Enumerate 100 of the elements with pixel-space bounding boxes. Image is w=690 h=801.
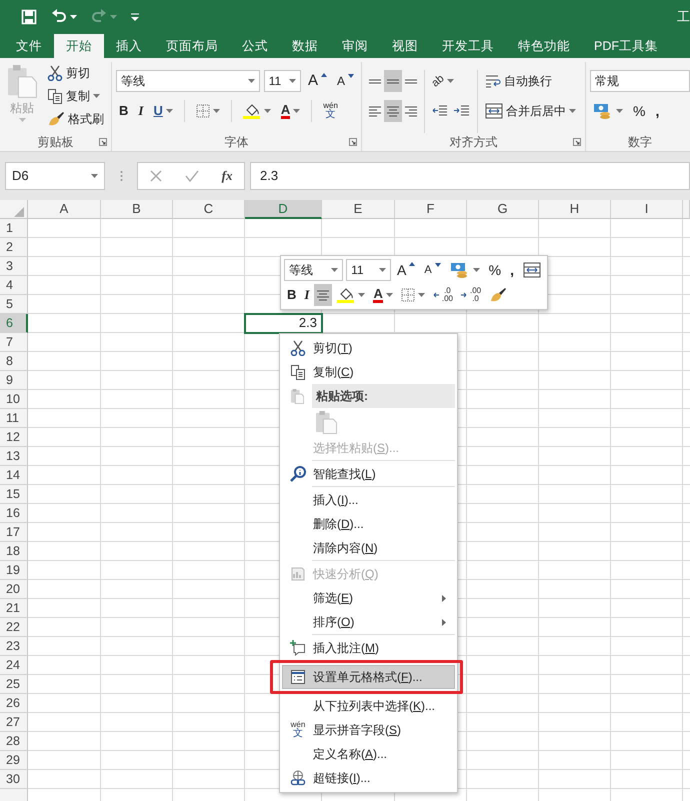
ribbon-tab[interactable]: 公式 — [230, 34, 280, 58]
row-header[interactable]: 29 — [0, 751, 28, 770]
row-header[interactable]: 14 — [0, 466, 28, 485]
row-header[interactable]: 26 — [0, 694, 28, 713]
grow-font-button[interactable]: A — [394, 259, 418, 281]
menu-item[interactable]: 插入批注(M) — [282, 636, 455, 660]
ribbon-tab[interactable]: 视图 — [380, 34, 430, 58]
comma-button[interactable]: , — [652, 100, 662, 122]
menu-item[interactable]: 定义名称(A)... — [282, 742, 455, 766]
font-color-button[interactable]: A — [278, 100, 304, 122]
font-name-field[interactable]: 等线 — [116, 70, 260, 92]
row-header[interactable]: 10 — [0, 390, 28, 409]
row-header[interactable]: 28 — [0, 732, 28, 751]
menu-item[interactable]: 智能查找(L) — [282, 462, 455, 486]
decrease-decimal-button[interactable]: .00 .0 — [458, 284, 484, 306]
wrap-text-button[interactable]: 自动换行 — [482, 70, 579, 92]
font-size-field[interactable]: 11 — [264, 70, 301, 92]
percent-button[interactable]: % — [486, 259, 504, 281]
menu-item[interactable]: 复制(C) — [282, 360, 455, 384]
column-header[interactable]: D — [245, 200, 322, 219]
name-box[interactable]: D6 — [5, 162, 105, 190]
menu-item[interactable]: 剪切(T) — [282, 336, 455, 360]
shrink-font-button[interactable]: A — [421, 259, 444, 281]
ribbon-tab[interactable]: 开发工具 — [430, 34, 506, 58]
increase-decimal-button[interactable]: .0 .00 — [430, 284, 456, 306]
menu-item[interactable]: 插入(I)... — [282, 488, 455, 512]
row-header[interactable]: 20 — [0, 580, 28, 599]
row-header[interactable]: 12 — [0, 428, 28, 447]
column-header[interactable]: I — [611, 200, 683, 219]
row-header[interactable]: 7 — [0, 333, 28, 352]
center-button[interactable] — [314, 284, 332, 306]
formula-input[interactable]: 2.3 — [250, 162, 690, 190]
orientation-button[interactable]: ab — [429, 70, 473, 92]
column-header[interactable]: E — [322, 200, 395, 219]
ribbon-tab[interactable]: PDF工具集 — [582, 34, 670, 58]
ribbon-tab[interactable]: 特色功能 — [506, 34, 582, 58]
caret-icon — [418, 293, 425, 297]
phonetic-button[interactable]: wén 文 — [320, 100, 341, 122]
row-header[interactable]: 17 — [0, 523, 28, 542]
font-name-field[interactable]: 等线 — [284, 259, 344, 281]
row-header[interactable]: 4 — [0, 276, 28, 295]
row-header[interactable]: 19 — [0, 561, 28, 580]
row-header[interactable]: 2 — [0, 238, 28, 257]
format-painter-button[interactable]: 格式刷 — [44, 108, 107, 130]
comma-button[interactable]: , — [507, 259, 517, 281]
column-header[interactable]: C — [173, 200, 245, 219]
percent-button[interactable]: % — [630, 100, 648, 122]
middle-align-button[interactable] — [384, 70, 402, 92]
bold-button[interactable]: B — [116, 100, 132, 122]
menu-item[interactable]: 筛选(E) — [282, 586, 455, 610]
number-format-field[interactable]: 常规 — [590, 70, 690, 92]
column-header[interactable]: B — [101, 200, 173, 219]
column-header[interactable]: F — [395, 200, 467, 219]
row-header[interactable]: 24 — [0, 656, 28, 675]
row-header[interactable]: 25 — [0, 675, 28, 694]
column-header[interactable]: A — [28, 200, 101, 219]
menu-item[interactable]: 清除内容(N) — [282, 536, 455, 560]
row-header[interactable]: 6 — [0, 314, 28, 333]
row-header[interactable]: 27 — [0, 713, 28, 732]
row-header[interactable]: 16 — [0, 504, 28, 523]
font-color-button[interactable]: A — [370, 284, 396, 306]
italic-button[interactable]: I — [135, 100, 146, 122]
bold-button[interactable]: B — [284, 284, 300, 306]
center-button[interactable] — [384, 100, 402, 122]
column-header[interactable]: G — [467, 200, 539, 219]
font-size-field[interactable]: 11 — [346, 259, 391, 281]
ribbon-tab[interactable]: 审阅 — [330, 34, 380, 58]
menu-item[interactable]: 删除(D)... — [282, 512, 455, 536]
row-header[interactable]: 13 — [0, 447, 28, 466]
row-header[interactable]: 11 — [0, 409, 28, 428]
row-header[interactable]: 5 — [0, 295, 28, 314]
shrink-font-button[interactable]: A — [334, 70, 357, 92]
ribbon-tab[interactable]: 开始 — [54, 34, 104, 58]
ribbon-tab[interactable]: 页面布局 — [154, 34, 230, 58]
row-header[interactable]: 30 — [0, 770, 28, 789]
cut-button[interactable]: 剪切 — [44, 62, 107, 84]
insert-function-button[interactable]: fx — [218, 165, 236, 187]
row-header[interactable]: 3 — [0, 257, 28, 276]
grow-font-button[interactable]: A — [304, 70, 330, 92]
menu-item[interactable]: 排序(O) — [282, 610, 455, 634]
merge-center-button[interactable]: 合并后居中 — [482, 100, 579, 122]
row-header[interactable]: 9 — [0, 371, 28, 390]
row-header[interactable]: 1 — [0, 219, 28, 238]
row-header[interactable]: 15 — [0, 485, 28, 504]
row-header[interactable]: 18 — [0, 542, 28, 561]
menu-item[interactable]: 设置单元格格式(F)... — [282, 665, 455, 689]
menu-item[interactable]: 从下拉列表中选择(K)... — [282, 694, 455, 718]
row-header[interactable]: 23 — [0, 637, 28, 656]
ribbon-tab[interactable]: 数据 — [280, 34, 330, 58]
menu-item[interactable]: 超链接(I)... — [282, 766, 455, 790]
column-header[interactable]: H — [539, 200, 611, 219]
row-header[interactable]: 8 — [0, 352, 28, 371]
ribbon-tab[interactable]: 插入 — [104, 34, 154, 58]
active-cell[interactable]: 2.3 — [245, 314, 322, 333]
row-header[interactable]: 21 — [0, 599, 28, 618]
copy-button[interactable]: 复制 — [44, 85, 107, 107]
row-header[interactable]: 22 — [0, 618, 28, 637]
ribbon-tab[interactable]: 文件 — [4, 34, 54, 58]
italic-button[interactable]: I — [301, 284, 312, 306]
underline-button[interactable]: U — [150, 100, 176, 122]
